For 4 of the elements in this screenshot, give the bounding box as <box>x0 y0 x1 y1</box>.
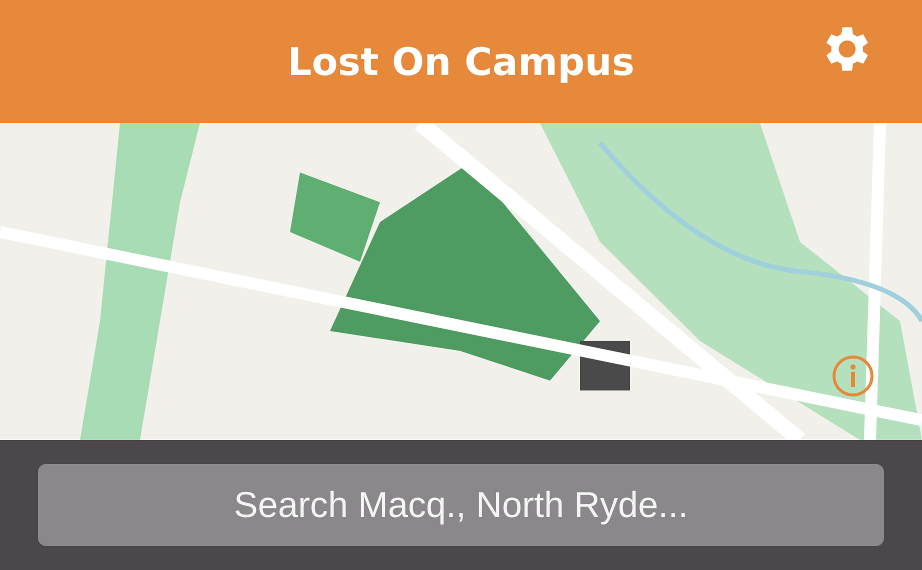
app-title: Lost On Campus <box>288 40 634 84</box>
map-drawing[interactable] <box>0 123 922 440</box>
search-field[interactable]: Search Macq., North Ryde... <box>38 464 884 546</box>
info-icon[interactable] <box>831 354 875 398</box>
